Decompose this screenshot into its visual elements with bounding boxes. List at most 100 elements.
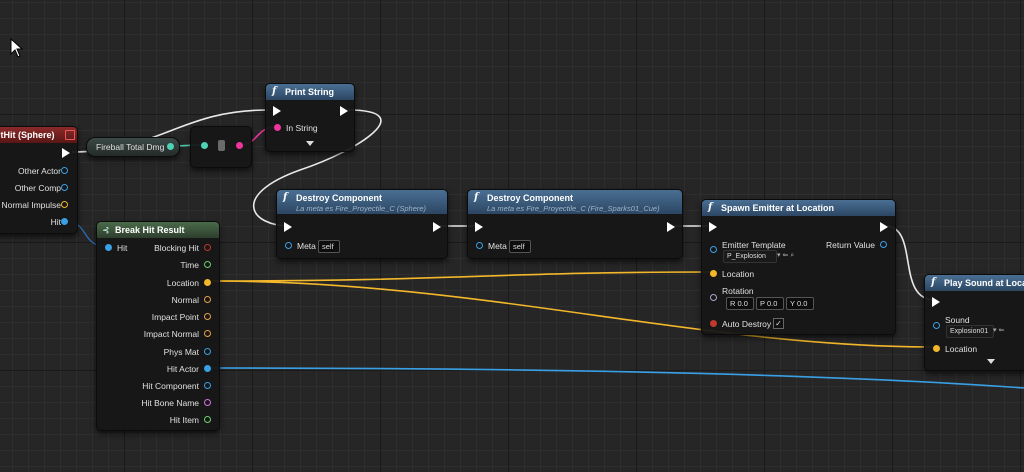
in-string-label: In String [286,123,318,133]
emitter-template-label: Emitter Template [722,240,786,250]
rotation-label: Rotation [722,286,754,296]
normal-impulse-pin[interactable] [61,201,68,208]
dropdown-arrow-icon[interactable]: ▾ ⇐ ⌕ [777,251,794,260]
object-wire [211,367,1024,389]
play-sound-at-location-node[interactable]: f Play Sound at Location Sound Explosion… [924,274,1024,371]
spawn-emitter-at-location-node[interactable]: f Spawn Emitter at Location Emitter Temp… [701,199,896,335]
expand-arrow-icon[interactable] [987,359,995,364]
time-pin[interactable] [204,261,211,268]
break-hit-result-node[interactable]: ⊰ Break Hit Result Hit Blocking Hit Time… [96,221,220,431]
conversion-in-pin[interactable] [201,142,208,149]
rotation-y-prefix: Y [790,299,795,308]
conversion-icon [218,140,225,151]
hit-bone-name-pin[interactable] [204,399,211,406]
auto-destroy-checkbox[interactable]: ✓ [773,318,784,329]
function-icon: f [708,202,713,213]
spawn-emitter-title: Spawn Emitter at Location [721,203,835,213]
mouse-cursor-icon [10,38,24,58]
destroy-component-node-1[interactable]: f Destroy Component La meta es Fire_Proy… [276,189,448,259]
exec-out-pin[interactable] [667,222,675,232]
break-hit-result-title: Break Hit Result [115,225,185,235]
target-pin[interactable] [285,242,292,249]
rotation-p-prefix: P [760,299,765,308]
close-icon [65,130,75,140]
sound-label: Sound [945,315,970,325]
target-pin[interactable] [476,242,483,249]
rotation-r-prefix: R [730,299,736,308]
location-in-pin[interactable] [710,270,717,277]
hit-item-label: Hit Item [169,415,199,425]
rotation-r-value: 0.0 [737,299,748,308]
blocking-hit-label: Blocking Hit [154,243,199,253]
other-actor-pin[interactable] [61,167,68,174]
function-icon: f [272,86,277,97]
normal-pin[interactable] [204,296,211,303]
auto-destroy-pin[interactable] [710,320,717,327]
location-pin[interactable] [204,279,211,286]
fireball-total-dmg-variable[interactable]: Fireball Total Dmg [86,137,180,157]
rotation-pin[interactable] [710,294,717,301]
rotation-y-field[interactable]: Y 0.0 [786,297,814,310]
hit-item-pin[interactable] [204,416,211,423]
function-icon: f [283,192,288,203]
destroy-component-subtitle: La meta es Fire_Proyectile_C (Fire_Spark… [487,204,660,213]
rotation-y-value: 0.0 [796,299,808,308]
hit-in-pin[interactable] [105,244,112,251]
float-out-pin[interactable] [167,143,174,150]
sound-pin[interactable] [933,322,940,329]
impact-point-pin[interactable] [204,313,211,320]
auto-destroy-label: Auto Destroy [722,319,772,329]
in-string-pin[interactable] [274,124,281,131]
rotation-r-field[interactable]: R 0.0 [726,297,754,310]
phys-mat-pin[interactable] [204,348,211,355]
exec-in-pin[interactable] [475,222,483,232]
target-value-field[interactable]: self [318,240,340,253]
normal-label: Normal [171,295,199,305]
hit-component-pin[interactable] [204,382,211,389]
exec-out-pin[interactable] [433,222,441,232]
exec-out-pin[interactable] [62,148,70,158]
exec-out-pin[interactable] [880,222,888,232]
output-other-comp-label: Other Comp [14,183,61,193]
dropdown-arrow-icon[interactable]: ▾ ⇐ [993,326,1004,334]
exec-in-pin[interactable] [273,106,281,116]
target-label: Meta [297,241,316,251]
blocking-hit-pin[interactable] [204,244,211,251]
exec-out-pin[interactable] [340,106,348,116]
break-struct-icon: ⊰ [102,225,110,235]
phys-mat-label: Phys Mat [163,347,199,357]
destroy-component-node-2[interactable]: f Destroy Component La meta es Fire_Proy… [467,189,683,259]
output-normal-impulse-label: Normal Impulse [1,200,61,210]
output-hit-label: Hit [50,217,61,227]
time-label: Time [180,260,199,270]
other-comp-pin[interactable] [61,184,68,191]
emitter-template-dropdown[interactable]: P_Explosion [723,250,777,263]
sound-dropdown[interactable]: Explosion01 [946,325,994,338]
conversion-out-pin[interactable] [236,142,243,149]
on-hit-event-node[interactable]: ntHit (Sphere) Other Actor Other Comp No… [0,126,78,234]
return-value-pin[interactable] [880,241,887,248]
function-icon: f [931,277,936,288]
rotation-p-value: 0.0 [766,299,778,308]
hit-actor-pin[interactable] [204,365,211,372]
emitter-template-pin[interactable] [710,246,717,253]
exec-in-pin[interactable] [709,222,717,232]
print-string-node[interactable]: f Print String In String [265,83,355,152]
hit-in-label: Hit [117,243,128,253]
impact-normal-pin[interactable] [204,330,211,337]
vector-wire [211,271,712,282]
exec-in-pin[interactable] [932,297,940,307]
target-value-field[interactable]: self [509,240,531,253]
hit-actor-label: Hit Actor [166,364,199,374]
fireball-total-dmg-label: Fireball Total Dmg [96,142,165,152]
float-to-string-conversion-node[interactable] [190,126,252,168]
impact-point-label: Impact Point [151,312,199,322]
exec-in-pin[interactable] [284,222,292,232]
play-sound-title: Play Sound at Location [944,278,1024,288]
hit-pin[interactable] [61,218,68,225]
destroy-component-title: Destroy Component [296,193,383,203]
location-label: Location [722,269,755,279]
location-in-pin[interactable] [933,345,940,352]
expand-arrow-icon[interactable] [306,141,314,146]
rotation-p-field[interactable]: P 0.0 [756,297,784,310]
